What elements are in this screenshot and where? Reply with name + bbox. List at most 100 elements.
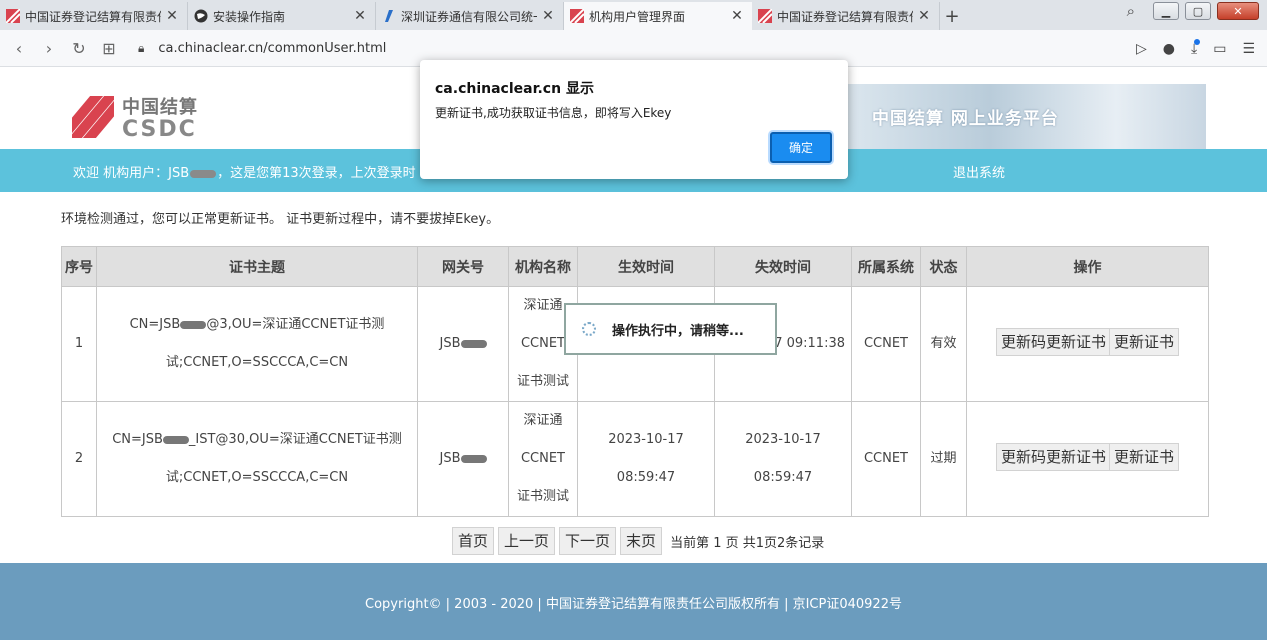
window-close-icon[interactable]: ✕ (1217, 2, 1259, 20)
url-field[interactable]: ca.chinaclear.cn/commonUser.html (158, 41, 386, 56)
globe-favicon-icon (194, 9, 208, 23)
header-index: 序号 (61, 246, 97, 287)
tab-label: 机构用户管理界面 (589, 9, 686, 24)
cell-system: CCNET (851, 286, 921, 402)
certificate-table: 序号 证书主题 网关号 机构名称 生效时间 失效时间 所属系统 状态 操作 1 … (61, 246, 1209, 517)
window-controls: ⌕ ▁ ▢ ✕ (1127, 2, 1259, 20)
logo-en-text: CSDC (122, 117, 197, 142)
dialog-message: 更新证书,成功获取证书信息，即将写入Ekey (435, 106, 672, 120)
subject-prefix: CN=JSB (112, 432, 163, 447)
redaction-mask (162, 435, 189, 444)
cell-start: 2023-10-17 08:59:47 (577, 401, 715, 517)
subject-suffix: _IST@30,OU=深证通CCNET证书测试;CCNET,O=SSCCCA,C… (165, 432, 402, 485)
page-footer: Copyright© | 2003 - 2020 | 中国证券登记结算有限责任公… (0, 563, 1267, 640)
header-end: 失效时间 (714, 246, 852, 287)
close-icon[interactable]: ✕ (353, 8, 367, 24)
close-icon[interactable]: ✕ (730, 8, 744, 24)
minimize-icon[interactable]: ▁ (1153, 2, 1179, 20)
alert-dialog: ca.chinaclear.cn 显示 更新证书,成功获取证书信息，即将写入Ek… (420, 60, 848, 179)
cell-index: 2 (61, 401, 97, 517)
cell-status: 过期 (920, 401, 967, 517)
loading-box: 操作执行中，请稍等... (564, 303, 777, 355)
cell-actions: 更新码更新证书 更新证书 (966, 401, 1209, 517)
reload-icon[interactable]: ↻ (64, 39, 94, 58)
pagination: 首页 上一页 下一页 末页 当前第 1 页 共1页2条记录 (452, 527, 824, 555)
browser-tab-3[interactable]: 深圳证券通信有限公司统一 ✕ (376, 2, 564, 30)
header-start: 生效时间 (577, 246, 715, 287)
header-banner: 中国结算 网上业务平台 (846, 84, 1206, 149)
header-status: 状态 (920, 246, 967, 287)
maximize-icon[interactable]: ▢ (1185, 2, 1211, 20)
browser-tab-bar: 中国证券登记结算有限责任 ✕ 安装操作指南 ✕ 深圳证券通信有限公司统一 ✕ 机… (0, 0, 1267, 30)
table-header-row: 序号 证书主题 网关号 机构名称 生效时间 失效时间 所属系统 状态 操作 (61, 246, 1209, 287)
update-cert-button[interactable]: 更新证书 (1109, 443, 1180, 471)
update-with-code-button[interactable]: 更新码更新证书 (995, 328, 1111, 356)
cell-end: 2023-10-17 08:59:47 (714, 401, 852, 517)
forward-icon[interactable]: › (34, 39, 64, 58)
cell-system: CCNET (851, 401, 921, 517)
cell-org: 深证通CCNET证书测试 (508, 401, 578, 517)
header-gateway: 网关号 (417, 246, 509, 287)
download-icon[interactable]: ⤓ (1191, 38, 1201, 57)
spinner-icon (582, 322, 596, 336)
logout-link[interactable]: 退出系统 (953, 162, 1005, 181)
csdc-favicon-icon (6, 9, 20, 23)
csdc-favicon-icon (570, 9, 584, 23)
tab-label: 中国证券登记结算有限责任 (25, 9, 161, 24)
dialog-title: ca.chinaclear.cn 显示 (435, 81, 594, 97)
header-subject: 证书主题 (96, 246, 418, 287)
csdc-logo-icon (72, 96, 114, 138)
close-icon[interactable]: ✕ (165, 8, 179, 24)
browser-tab-1[interactable]: 中国证券登记结算有限责任 ✕ (0, 2, 188, 30)
back-icon[interactable]: ‹ (4, 39, 34, 58)
table-row: 2 CN=JSB _IST@30,OU=深证通CCNET证书测试;CCNET,O=… (61, 401, 1209, 517)
redaction-mask (190, 169, 217, 178)
welcome-text: 欢迎 机构用户：JSB ，这是您第13次登录，上次登录时 (73, 162, 416, 181)
loading-text: 操作执行中，请稍等... (612, 323, 744, 339)
banner-title: 中国结算 网上业务平台 (872, 109, 1059, 129)
search-icon[interactable]: ⌕ (1127, 2, 1135, 20)
header-actions: 操作 (966, 246, 1209, 287)
header-org: 机构名称 (508, 246, 578, 287)
new-tab-icon[interactable]: + (940, 2, 964, 30)
page-info: 当前第 1 页 共1页2条记录 (670, 535, 825, 551)
tab-label: 安装操作指南 (213, 9, 286, 24)
cell-gateway: JSB (417, 286, 509, 402)
cell-gateway: JSB (417, 401, 509, 517)
last-page-button[interactable]: 末页 (620, 527, 663, 555)
environment-notice: 环境检测通过，您可以正常更新证书。 证书更新过程中，请不要拔掉Ekey。 (61, 212, 500, 227)
lock-icon[interactable]: 🔒︎ (138, 41, 144, 56)
profile-icon[interactable]: ● (1163, 41, 1175, 57)
battery-icon[interactable]: ▭ (1213, 41, 1226, 57)
next-page-button[interactable]: 下一页 (559, 527, 617, 555)
logo-cn-text: 中国结算 (122, 97, 198, 118)
close-icon[interactable]: ✕ (917, 8, 931, 24)
browser-tab-4[interactable]: 机构用户管理界面 ✕ (564, 2, 752, 30)
welcome-suffix: ，这是您第13次登录，上次登录时 (217, 166, 416, 181)
copyright-text: Copyright© | 2003 - 2020 | 中国证券登记结算有限责任公… (365, 597, 902, 612)
redaction-mask (460, 454, 487, 463)
cell-subject: CN=JSB @3,OU=深证通CCNET证书测试;CCNET,O=SSCCCA,… (96, 286, 418, 402)
cell-actions: 更新码更新证书 更新证书 (966, 286, 1209, 402)
cell-index: 1 (61, 286, 97, 402)
update-cert-button[interactable]: 更新证书 (1109, 328, 1180, 356)
cell-subject: CN=JSB _IST@30,OU=深证通CCNET证书测试;CCNET,O=SS… (96, 401, 418, 517)
redaction-mask (180, 320, 207, 329)
close-icon[interactable]: ✕ (541, 8, 555, 24)
send-icon[interactable]: ▷ (1136, 41, 1147, 57)
gateway-prefix: JSB (439, 451, 461, 466)
browser-tab-5[interactable]: 中国证券登记结算有限责任 ✕ (752, 2, 940, 30)
apps-grid-icon[interactable]: ⊞ (94, 39, 124, 58)
welcome-prefix: 欢迎 机构用户：JSB (73, 166, 190, 181)
update-with-code-button[interactable]: 更新码更新证书 (995, 443, 1111, 471)
redaction-mask (460, 339, 487, 348)
first-page-button[interactable]: 首页 (452, 527, 495, 555)
prev-page-button[interactable]: 上一页 (498, 527, 556, 555)
gateway-prefix: JSB (439, 336, 461, 351)
browser-tab-2[interactable]: 安装操作指南 ✕ (188, 2, 376, 30)
cell-status: 有效 (920, 286, 967, 402)
tab-label: 中国证券登记结算有限责任 (777, 9, 913, 24)
dialog-ok-button[interactable]: 确定 (770, 132, 832, 163)
settings-sliders-icon[interactable]: ☰ (1242, 41, 1255, 57)
csdc-logo: 中国结算 CSDC (72, 93, 198, 141)
